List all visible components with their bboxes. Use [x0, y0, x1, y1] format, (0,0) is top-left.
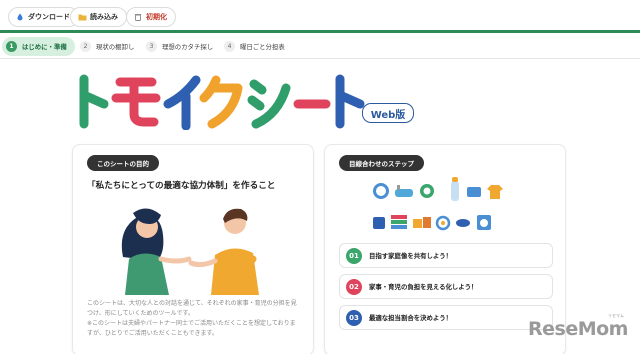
tab-step-4[interactable]: 4 曜日ごと分担表 — [224, 37, 285, 56]
toolbar: ダウンロード 読み込み 初期化 — [0, 0, 640, 32]
description-note-line: ※このシートは夫婦やパートナー同士でご活用いただくことを想定しておりま — [87, 320, 296, 327]
purpose-title: 「私たちにとっての最適な協力体制」を作ること — [87, 181, 276, 191]
household-icons — [371, 175, 521, 239]
couple-illustration — [103, 197, 283, 295]
trash-icon — [134, 13, 142, 21]
pacifier-icon — [435, 215, 451, 231]
step-item-number: 02 — [346, 278, 362, 295]
step-number: 1 — [6, 41, 17, 52]
purpose-description: このシートは、大切な人との対話を通じて、それぞれの家事・育児の分担を見 つけ、形… — [87, 299, 301, 339]
bathtub-icon — [395, 185, 413, 197]
step-item-1[interactable]: 01 目指す家庭像を共有しよう！ — [339, 243, 553, 268]
download-button[interactable]: ダウンロード — [8, 7, 79, 27]
tab-step-3[interactable]: 3 理想のカタチ探し — [146, 37, 213, 56]
folder-icon — [78, 13, 87, 21]
step-label: 曜日ごと分担表 — [240, 43, 285, 51]
washer-icon — [477, 215, 491, 230]
toys-icon — [413, 217, 431, 228]
step-label: 理想のカタチ探し — [162, 43, 214, 51]
load-button[interactable]: 読み込み — [70, 7, 127, 27]
clock-icon — [373, 183, 389, 199]
app-logo — [70, 74, 370, 131]
step-label: はじめに・準備 — [22, 43, 67, 51]
step-item-label: 目指す家庭像を共有しよう！ — [369, 252, 453, 260]
step-number: 3 — [146, 41, 157, 52]
description-note-line: すが、ひとりでご活用いただくこともできます。 — [87, 330, 218, 337]
laundry-icon — [467, 187, 481, 197]
step-item-label: 最適な担当割合を決めよう！ — [369, 314, 453, 322]
tab-step-1[interactable]: 1 はじめに・準備 — [2, 37, 75, 56]
step-item-2[interactable]: 02 家事・育児の負担を見える化しよう！ — [339, 274, 553, 299]
washing-icon — [420, 184, 434, 198]
steps-pill: 目線合わせのステップ — [339, 155, 424, 171]
step-tabs: 1 はじめに・準備 2 現状の棚卸し 3 理想のカタチ探し 4 曜日ごと分担表 — [0, 36, 640, 58]
download-icon — [16, 13, 24, 21]
tab-step-2[interactable]: 2 現状の棚卸し — [80, 37, 134, 56]
web-version-badge: Web版 — [362, 103, 414, 123]
resemom-watermark: ReseMom — [528, 318, 628, 340]
baby-bottle-icon — [451, 177, 459, 201]
step-number: 4 — [224, 41, 235, 52]
purpose-pill: このシートの目的 — [87, 155, 159, 171]
step-label: 現状の棚卸し — [96, 43, 135, 51]
reset-button[interactable]: 初期化 — [126, 7, 176, 27]
step-item-label: 家事・育児の負担を見える化しよう！ — [369, 283, 478, 291]
description-line: つけ、形にしていくためのツールです。 — [87, 310, 194, 317]
step-item-number: 01 — [346, 247, 362, 264]
load-label: 読み込み — [90, 13, 118, 21]
fish-icon — [456, 219, 470, 227]
step-item-number: 03 — [346, 309, 362, 326]
purpose-card: このシートの目的 「私たちにとっての最適な協力体制」を作ること このシートは、大… — [72, 144, 314, 354]
download-label: ダウンロード — [28, 13, 70, 21]
reset-label: 初期化 — [146, 13, 167, 21]
tab-divider — [0, 58, 640, 59]
books-icon — [391, 215, 407, 229]
cup-icon — [373, 217, 385, 229]
shirt-icon — [487, 185, 503, 199]
step-number: 2 — [80, 41, 91, 52]
resemom-watermark-ruby: リセマム — [608, 313, 624, 318]
header-divider — [0, 30, 640, 33]
step-item-3[interactable]: 03 最適な担当割合を決めよう！ — [339, 305, 553, 330]
description-line: このシートは、大切な人との対話を通じて、それぞれの家事・育児の分担を見 — [87, 300, 297, 307]
